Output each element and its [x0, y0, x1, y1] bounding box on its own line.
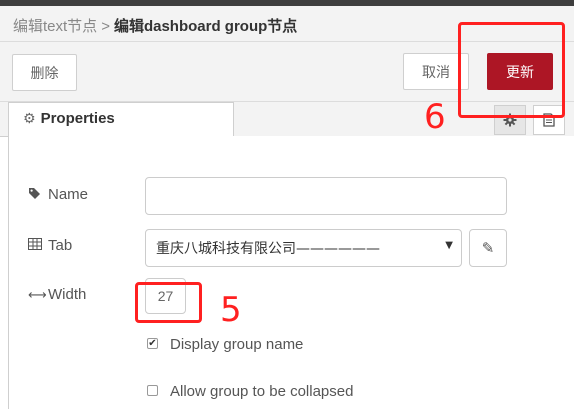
gear-icon: ⚙ [23, 110, 36, 126]
name-input[interactable] [145, 177, 507, 215]
breadcrumb: 编辑text节点 > 编辑dashboard group节点 [13, 15, 297, 36]
breadcrumb-previous[interactable]: 编辑text节点 [13, 18, 97, 35]
tag-icon [28, 187, 44, 203]
edit-tab-button[interactable]: ✎ [469, 229, 507, 267]
arrows-horizontal-icon: ⟷ [28, 286, 47, 302]
annotation-number-6: 6 [424, 97, 446, 137]
width-label: ⟷ Width [28, 286, 86, 303]
table-icon [28, 238, 44, 253]
annotation-number-5: 5 [220, 290, 242, 330]
annotation-box-update [458, 22, 565, 118]
breadcrumb-current: 编辑dashboard group节点 [113, 18, 298, 35]
dropdown-arrow-icon: ▼ [445, 240, 453, 251]
tab-properties[interactable]: ⚙ Properties [8, 102, 234, 137]
display-group-name-label: Display group name [170, 336, 304, 353]
name-label-text: Name [48, 186, 89, 203]
tab-label: Tab [28, 237, 72, 254]
tab-select-value: 重庆八城科技有限公司—————— [156, 241, 380, 257]
tab-label-text: Tab [48, 237, 73, 254]
collapsible-checkbox[interactable] [147, 385, 158, 396]
delete-button[interactable]: 删除 [12, 54, 77, 91]
tab-select[interactable]: 重庆八城科技有限公司—————— ▼ [145, 229, 462, 267]
collapsible-label: Allow group to be collapsed [170, 383, 354, 400]
name-label: Name [28, 186, 88, 203]
breadcrumb-separator: > [101, 18, 110, 35]
width-label-text: Width [48, 286, 87, 303]
pencil-icon: ✎ [481, 240, 495, 257]
display-group-name-checkbox[interactable]: ✔ [147, 338, 158, 349]
annotation-box-width [135, 282, 202, 323]
tab-properties-label: Properties [40, 110, 115, 127]
